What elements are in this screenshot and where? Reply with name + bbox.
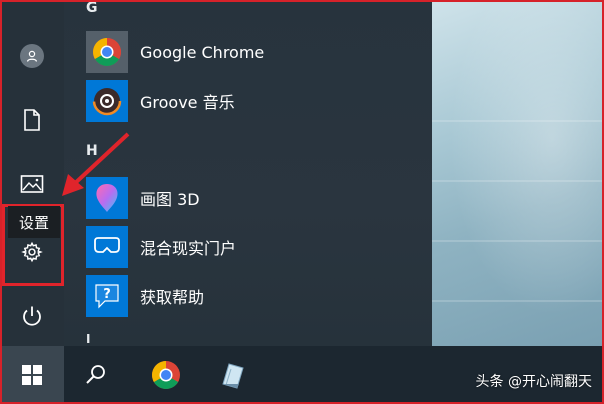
power-icon	[23, 306, 41, 326]
start-button[interactable]	[0, 346, 64, 404]
notepad-icon	[222, 363, 244, 389]
svg-text:?: ?	[103, 287, 111, 302]
windows-logo-icon	[22, 365, 42, 385]
red-pointer-arrow	[62, 132, 130, 196]
section-letter-i[interactable]: I	[86, 332, 90, 346]
taskbar-chrome-button[interactable]	[138, 346, 194, 404]
document-icon	[24, 109, 40, 131]
chrome-icon	[152, 361, 180, 389]
desktop-wallpaper	[432, 0, 604, 346]
pictures-button[interactable]	[12, 164, 52, 204]
taskbar-notepad-button[interactable]	[204, 346, 260, 404]
mixed-reality-portal-icon	[86, 226, 128, 268]
app-item-get-help[interactable]: ? 获取帮助	[86, 274, 204, 318]
get-help-icon: ?	[86, 275, 128, 317]
picture-icon	[20, 175, 44, 193]
app-item-mixed-reality-portal[interactable]: 混合现实门户	[86, 225, 236, 269]
power-button[interactable]	[12, 296, 52, 336]
documents-button[interactable]	[12, 100, 52, 140]
app-item-google-chrome[interactable]: Google Chrome	[86, 30, 264, 74]
taskbar-search-button[interactable]	[70, 346, 122, 404]
watermark-text: 头条 @开心闹翻天	[475, 374, 592, 390]
groove-music-icon	[86, 80, 128, 122]
section-letter-g[interactable]: G	[86, 0, 98, 16]
user-account-button[interactable]	[12, 36, 52, 76]
user-icon	[20, 44, 44, 68]
app-label: 获取帮助	[140, 288, 205, 307]
app-label: 混合现实门户	[140, 239, 237, 258]
app-item-groove-music[interactable]: Groove 音乐	[86, 79, 235, 123]
app-label: 画图 3D	[140, 190, 200, 209]
chrome-icon	[86, 31, 128, 73]
app-label: Google Chrome	[140, 42, 265, 62]
search-icon	[86, 365, 105, 384]
app-label: Groove 音乐	[140, 93, 235, 112]
settings-tooltip: 设置	[8, 206, 60, 238]
